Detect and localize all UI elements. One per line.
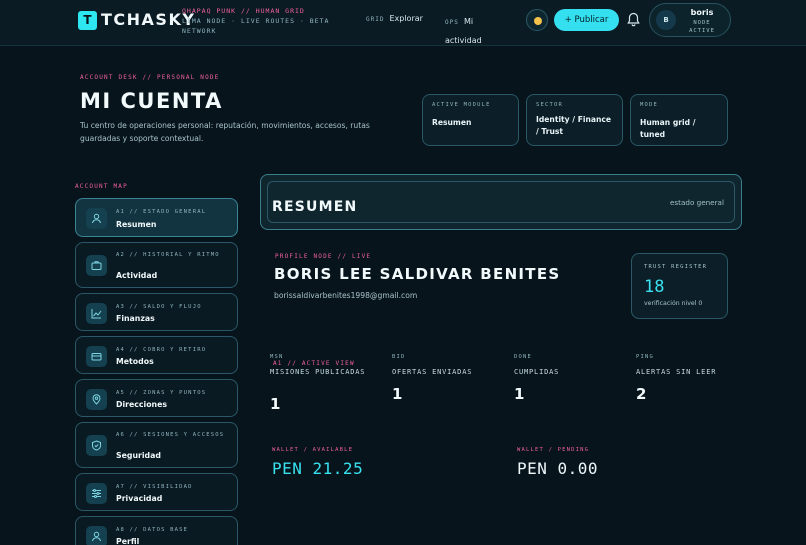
- user-status-line: ACTIVE: [689, 28, 715, 34]
- sidebar-item-label: Metodos: [116, 357, 154, 366]
- page-description: Tu centro de operaciones personal: reput…: [80, 121, 370, 143]
- profile-email: borissaldivarbenites1998@gmail.com: [274, 291, 418, 300]
- stat-label: OFERTAS ENVIADAS: [392, 368, 473, 376]
- info-card-label: SECTOR: [536, 102, 564, 108]
- logo-mark[interactable]: T: [78, 11, 97, 30]
- theme-toggle-button[interactable]: [526, 9, 548, 31]
- info-card-sector: SECTOR Identity / Finance / Trust: [526, 94, 623, 146]
- stat-label: ALERTAS SIN LEER: [636, 368, 717, 376]
- sidebar-item-code: A3 // SALDO Y FLUJO: [116, 304, 202, 310]
- wallet-available-label: WALLET / AVAILABLE: [272, 447, 354, 453]
- sidebar-item-seguridad[interactable]: A6 // SESIONES Y ACCESOS Seguridad: [75, 422, 238, 468]
- user-name: boris: [690, 8, 714, 17]
- bell-icon[interactable]: [627, 12, 640, 27]
- stat-value: 1: [392, 385, 403, 403]
- shield-icon: [86, 435, 107, 456]
- stat-code: MSN: [270, 354, 284, 360]
- sidebar-item-finanzas[interactable]: A3 // SALDO Y FLUJO Finanzas: [75, 293, 238, 331]
- user-status: NODE ACTIVE: [680, 19, 724, 35]
- info-card-value: Human grid / tuned: [640, 118, 696, 139]
- info-card-value: Identity / Finance / Trust: [536, 115, 612, 136]
- sidebar-item-label: Actividad: [116, 271, 158, 280]
- sidebar-item-code: A4 // COBRO Y RETIRO: [116, 347, 207, 353]
- stat-code: PING: [636, 354, 655, 360]
- user-status-line: NODE: [693, 20, 711, 26]
- stat-value: 1: [514, 385, 525, 403]
- chart-icon: [86, 303, 107, 324]
- info-card-label: MODE: [640, 102, 659, 108]
- sidebar-item-code: A1 // ESTADO GENERAL: [116, 209, 207, 215]
- page-eyebrow: ACCOUNT DESK // PERSONAL NODE: [80, 74, 220, 81]
- sidebar-item-perfil[interactable]: A8 // DATOS BASE Perfil: [75, 516, 238, 545]
- nav-code: OPS: [445, 19, 459, 26]
- sidebar-item-label: Resumen: [116, 220, 157, 229]
- sliders-icon: [86, 483, 107, 504]
- sidebar-item-code: A5 // ZONAS Y PUNTOS: [116, 390, 207, 396]
- sidebar-item-metodos[interactable]: A4 // COBRO Y RETIRO Metodos: [75, 336, 238, 374]
- info-card-mode: MODE Human grid / tuned: [630, 94, 728, 146]
- sidebar-item-code: A2 // HISTORIAL Y RITMO: [116, 252, 220, 258]
- stat-ofertas: BID OFERTAS ENVIADAS: [392, 354, 502, 377]
- trust-verification: verificación nivel 0: [644, 300, 703, 307]
- active-view-title: RESUMEN: [272, 199, 358, 215]
- briefcase-icon: [86, 255, 107, 276]
- tagline-primary: QHAPAQ PUNK // HUMAN GRID: [182, 7, 305, 15]
- sidebar-item-code: A8 // DATOS BASE: [116, 527, 189, 533]
- wallet-pending-label: WALLET / PENDING: [517, 447, 590, 453]
- stat-code: DONE: [514, 354, 533, 360]
- profile-name: BORIS LEE SALDIVAR BENITES: [274, 265, 561, 283]
- nav-code: GRID: [366, 16, 385, 23]
- trust-label: TRUST REGISTER: [644, 264, 708, 270]
- stat-misiones: MSN MISIONES PUBLICADAS: [270, 354, 380, 377]
- sidebar-title: ACCOUNT MAP: [75, 183, 128, 190]
- trust-score: 18: [644, 277, 665, 297]
- stat-label: MISIONES PUBLICADAS: [270, 368, 366, 376]
- stat-value: 2: [636, 385, 647, 403]
- stat-label: CUMPLIDAS: [514, 368, 560, 376]
- tagline: QHAPAQ PUNK // HUMAN GRID LIMA NODE · LI…: [182, 6, 342, 36]
- nav-label: Explorar: [389, 14, 423, 23]
- trust-register-card: TRUST REGISTER 18 verificación nivel 0: [631, 253, 728, 319]
- sidebar-item-code: A6 // SESIONES Y ACCESOS: [116, 432, 225, 438]
- page-title: MI CUENTA: [80, 89, 223, 113]
- stat-value: 1: [270, 395, 281, 413]
- sidebar-item-actividad[interactable]: A2 // HISTORIAL Y RITMO Actividad: [75, 242, 238, 288]
- sidebar-item-direcciones[interactable]: A5 // ZONAS Y PUNTOS Direcciones: [75, 379, 238, 417]
- active-view-status: estado general: [670, 198, 724, 207]
- user-menu[interactable]: B boris NODE ACTIVE: [649, 3, 731, 37]
- sidebar-item-label: Seguridad: [116, 451, 161, 460]
- user-icon: [86, 208, 107, 229]
- sidebar-item-label: Direcciones: [116, 400, 168, 409]
- tagline-secondary: LIMA NODE · LIVE ROUTES · BETA NETWORK: [182, 17, 330, 35]
- nav-explorar[interactable]: GRID Explorar: [366, 14, 423, 23]
- sidebar-item-privacidad[interactable]: A7 // VISIBILIDAD Privacidad: [75, 473, 238, 511]
- card-icon: [86, 346, 107, 367]
- profile-eyebrow: PROFILE NODE // LIVE: [275, 253, 372, 260]
- info-card-label: ACTIVE MODULE: [432, 102, 491, 108]
- sidebar-item-code: A7 // VISIBILIDAD: [116, 484, 193, 490]
- top-bar: T TCHASKY QHAPAQ PUNK // HUMAN GRID LIMA…: [0, 0, 806, 46]
- avatar: B: [656, 10, 676, 30]
- sidebar-item-label: Finanzas: [116, 314, 155, 323]
- sun-icon: [534, 17, 542, 25]
- info-card-active-module: ACTIVE MODULE Resumen: [422, 94, 519, 146]
- wallet-pending-value: PEN 0.00: [517, 459, 599, 478]
- stat-alertas: PING ALERTAS SIN LEER: [636, 354, 746, 377]
- sidebar-item-label: Privacidad: [116, 494, 163, 503]
- sidebar-item-label: Perfil: [116, 537, 140, 545]
- wallet-available-value: PEN 21.25: [272, 459, 364, 478]
- publish-button[interactable]: + Publicar: [554, 9, 619, 31]
- location-icon: [86, 389, 107, 410]
- info-card-value: Resumen: [432, 118, 472, 127]
- stat-code: BID: [392, 354, 406, 360]
- user-icon: [86, 526, 107, 545]
- stat-cumplidas: DONE CUMPLIDAS: [514, 354, 624, 377]
- sidebar-item-resumen[interactable]: A1 // ESTADO GENERAL Resumen: [75, 198, 238, 237]
- nav-mi-actividad[interactable]: OPS Mi actividad: [445, 9, 505, 47]
